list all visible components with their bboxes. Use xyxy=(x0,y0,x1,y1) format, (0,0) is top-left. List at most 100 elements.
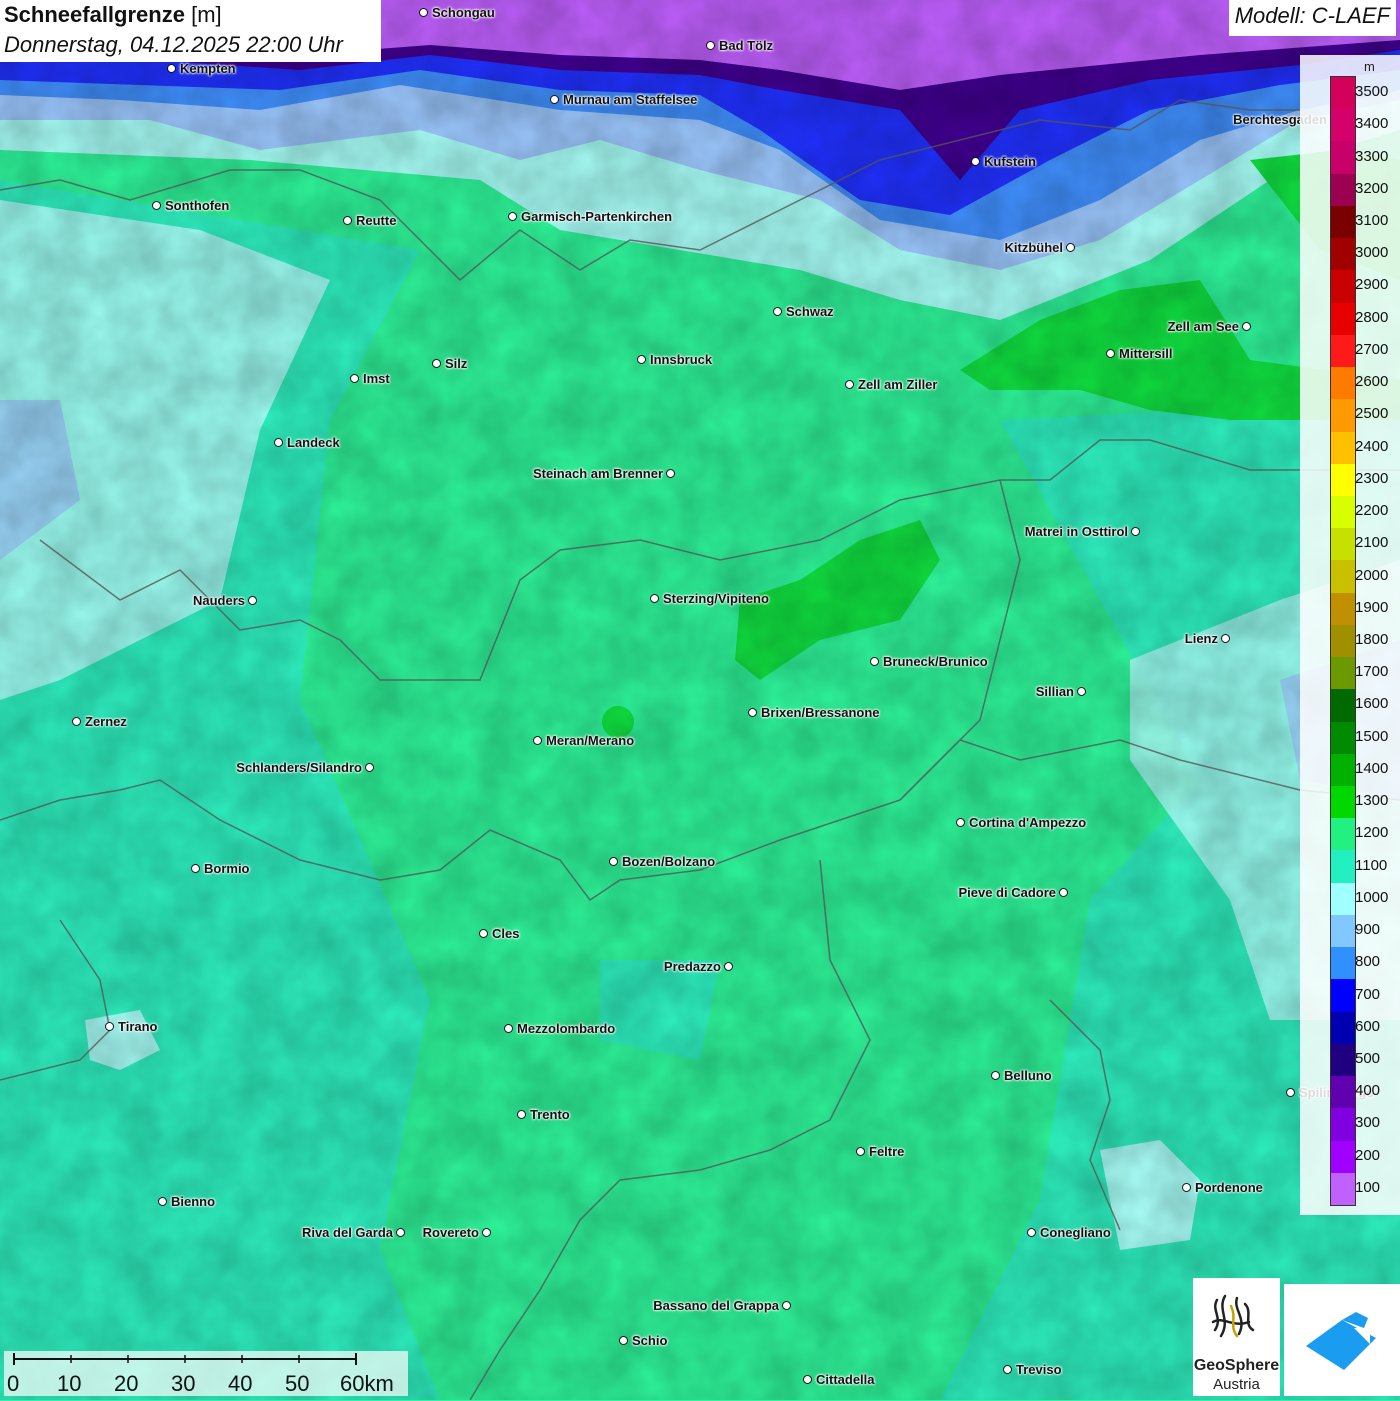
legend-swatch xyxy=(1331,657,1355,690)
city-label: Rovereto xyxy=(422,1225,479,1240)
scale-bar-ruler xyxy=(13,1353,357,1365)
legend-swatch xyxy=(1331,77,1355,110)
city-marker xyxy=(396,1228,405,1237)
legend-swatch xyxy=(1331,1076,1355,1109)
city-marker xyxy=(1077,687,1086,696)
city-label: Trento xyxy=(530,1107,570,1122)
city-marker xyxy=(773,307,782,316)
city-label: Pieve di Cadore xyxy=(958,885,1056,900)
city-label: Cles xyxy=(492,926,520,941)
legend-swatch xyxy=(1331,173,1355,207)
city-marker xyxy=(782,1301,791,1310)
city-marker xyxy=(550,95,559,104)
legend-swatch xyxy=(1331,818,1355,851)
legend-swatch xyxy=(1331,1172,1355,1206)
partner-logo xyxy=(1284,1284,1400,1396)
legend-swatch xyxy=(1331,334,1355,368)
city-label: Brixen/Bressanone xyxy=(761,705,880,720)
scale-bar: 0 10 20 30 40 50 60km xyxy=(4,1351,408,1396)
legend-swatch xyxy=(1331,560,1355,594)
city-label: Imst xyxy=(363,371,390,386)
legend-swatch xyxy=(1331,205,1355,239)
city-marker xyxy=(274,438,283,447)
legend-swatch xyxy=(1331,689,1355,723)
city-marker xyxy=(508,212,517,221)
city-marker xyxy=(533,736,542,745)
legend-swatch xyxy=(1331,1043,1355,1077)
legend-label: 1200 xyxy=(1355,824,1389,842)
legend-label: 600 xyxy=(1355,1017,1381,1035)
city-label: Sonthofen xyxy=(165,198,230,213)
legend-label: 2500 xyxy=(1355,405,1389,423)
city-marker xyxy=(167,64,176,73)
city-marker xyxy=(479,929,488,938)
legend-swatch xyxy=(1331,1108,1355,1142)
legend-label: 2300 xyxy=(1355,469,1389,487)
legend-swatch xyxy=(1331,528,1355,561)
legend-swatch xyxy=(1331,367,1355,400)
map-title: Schneefallgrenze xyxy=(4,2,185,27)
city-marker xyxy=(1131,527,1140,536)
legend-swatch xyxy=(1331,463,1355,497)
legend-swatch xyxy=(1331,270,1355,304)
city-marker xyxy=(152,201,161,210)
city-label: Reutte xyxy=(356,213,397,228)
legend-label: 2700 xyxy=(1355,340,1389,358)
city-label: Kempten xyxy=(180,61,236,76)
legend-swatch xyxy=(1331,753,1355,787)
legend-label: 200 xyxy=(1355,1146,1381,1164)
legend-label: 500 xyxy=(1355,1049,1381,1067)
city-label: Innsbruck xyxy=(650,352,713,367)
scale-tick-label: 30 xyxy=(171,1371,196,1396)
city-marker xyxy=(856,1147,865,1156)
legend-swatch xyxy=(1331,1011,1355,1045)
city-label: Bozen/Bolzano xyxy=(622,854,716,869)
legend-label: 2900 xyxy=(1355,276,1389,294)
legend-label: 3200 xyxy=(1355,179,1389,197)
legend-label: 800 xyxy=(1355,953,1381,971)
city-label: Nauders xyxy=(192,593,245,608)
map-unit: [m] xyxy=(191,2,222,27)
city-marker xyxy=(105,1022,114,1031)
legend-label: 1700 xyxy=(1355,663,1389,681)
legend-label: 2000 xyxy=(1355,566,1389,584)
geosphere-country: Austria xyxy=(1213,1376,1260,1393)
city-label: Meran/Merano xyxy=(546,733,635,748)
city-marker xyxy=(956,818,965,827)
city-label: Mezzolombardo xyxy=(517,1021,616,1036)
city-label: Predazzo xyxy=(663,959,721,974)
city-marker xyxy=(619,1336,628,1345)
city-marker xyxy=(1066,243,1075,252)
legend-label: 3000 xyxy=(1355,244,1389,262)
legend-label: 900 xyxy=(1355,921,1381,939)
city-marker xyxy=(343,216,352,225)
geosphere-logo: GeoSphere Austria xyxy=(1193,1278,1280,1396)
scale-tick-label: 50 xyxy=(285,1371,310,1396)
city-label: Tirano xyxy=(118,1019,158,1034)
partner-mark-icon xyxy=(1306,1312,1376,1370)
city-label: Riva del Garda xyxy=(301,1225,393,1240)
scale-tick-label: 0 xyxy=(7,1371,20,1396)
geosphere-name: GeoSphere xyxy=(1193,1357,1280,1374)
city-label: Schlanders/Silandro xyxy=(236,760,362,775)
city-label: Bienno xyxy=(171,1194,216,1209)
scale-tick-label: 40 xyxy=(228,1371,253,1396)
color-legend: m 3500 3400 3300 3200 3100 3000 2900 2800 2700 26… xyxy=(1300,55,1400,1215)
geosphere-mark-icon xyxy=(1211,1294,1255,1338)
legend-label: 1900 xyxy=(1355,598,1389,616)
city-marker xyxy=(517,1110,526,1119)
city-marker xyxy=(1003,1365,1012,1374)
city-label: Bad Tölz xyxy=(719,38,774,53)
city-marker xyxy=(991,1071,1000,1080)
city-label: Steinach am Brenner xyxy=(532,466,663,481)
city-label: Silz xyxy=(445,356,468,371)
city-label: Conegliano xyxy=(1040,1225,1111,1240)
city-label: Schio xyxy=(632,1333,668,1348)
city-marker xyxy=(650,594,659,603)
city-label: Sillian xyxy=(1035,684,1074,699)
city-label: Murnau am Staffelsee xyxy=(563,92,698,107)
city-marker xyxy=(365,763,374,772)
legend-bar xyxy=(1330,76,1356,1206)
city-label: Schongau xyxy=(432,5,495,20)
city-label: Bormio xyxy=(204,861,250,876)
